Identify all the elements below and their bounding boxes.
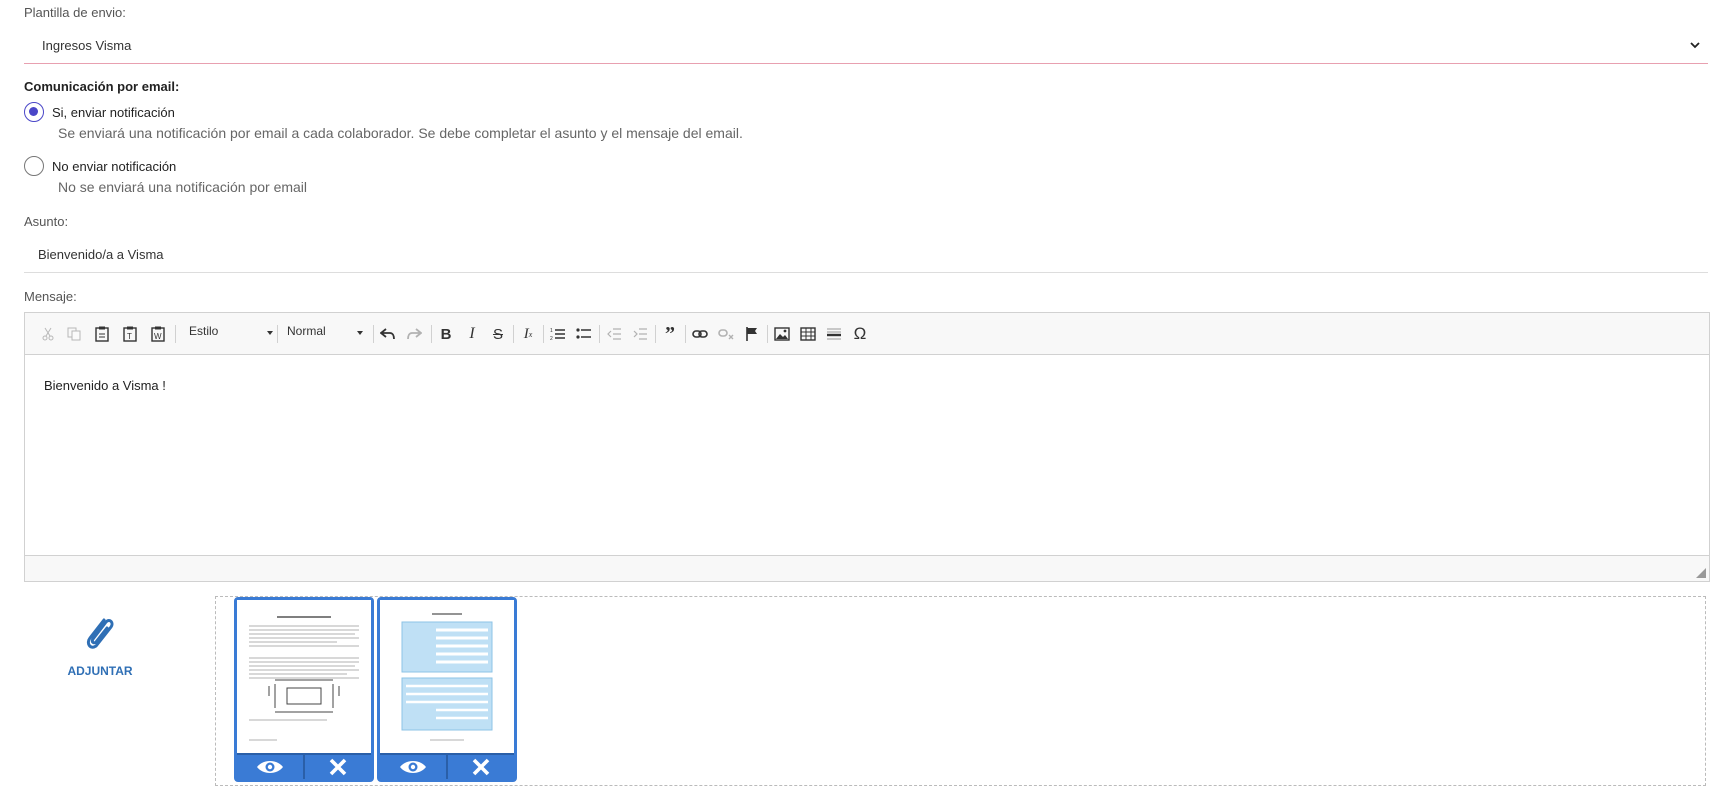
remove-attachment-button[interactable]	[303, 753, 371, 779]
message-label: Mensaje:	[24, 289, 77, 304]
editor-content[interactable]: Bienvenido a Visma !	[25, 355, 1709, 559]
style-combo[interactable]: Estilo	[189, 324, 273, 344]
document-preview	[237, 600, 371, 753]
document-preview-graphic	[249, 616, 359, 741]
paste-text-icon[interactable]: T	[121, 325, 139, 343]
link-icon[interactable]	[691, 325, 709, 343]
radio-no-notification-label[interactable]: No enviar notificación	[52, 159, 176, 174]
bold-icon[interactable]: B	[437, 325, 455, 343]
paperclip-icon	[86, 618, 114, 649]
attach-button[interactable]: ADJUNTAR	[64, 612, 136, 682]
copy-icon[interactable]	[65, 325, 83, 343]
radio-no-notification-desc: No se enviará una notificación por email	[58, 179, 308, 195]
remove-attachment-button[interactable]	[446, 753, 514, 779]
blockquote-icon[interactable]: ”	[661, 323, 679, 345]
table-icon[interactable]	[799, 325, 817, 343]
svg-text:W: W	[154, 332, 162, 341]
template-select[interactable]: Ingresos Visma	[24, 30, 1708, 64]
cut-icon[interactable]	[39, 325, 57, 343]
format-combo[interactable]: Normal	[287, 324, 363, 344]
form-preview-graphic	[401, 613, 493, 741]
radio-no-notification[interactable]	[24, 156, 44, 176]
editor-footer	[25, 555, 1709, 581]
paste-icon[interactable]	[93, 325, 111, 343]
radio-send-notification-desc: Se enviará una notificación por email a …	[58, 125, 743, 141]
template-select-value: Ingresos Visma	[42, 38, 132, 53]
subject-input-value: Bienvenido/a a Visma	[38, 247, 164, 262]
chevron-down-icon	[1690, 42, 1700, 49]
eye-icon	[400, 761, 426, 773]
undo-icon[interactable]	[379, 325, 397, 343]
outdent-icon[interactable]	[605, 325, 623, 343]
attachment-thumbnail	[234, 597, 374, 782]
subject-input[interactable]: Bienvenido/a a Visma	[24, 240, 1708, 273]
image-icon[interactable]	[773, 325, 791, 343]
italic-icon[interactable]: I	[463, 325, 481, 343]
radio-send-notification[interactable]	[24, 102, 44, 122]
editor-toolbar: T W Estilo Normal B I S Ix 12 ” Ω	[25, 313, 1709, 355]
anchor-flag-icon[interactable]	[743, 325, 761, 343]
form-preview	[380, 600, 514, 753]
rich-text-editor: T W Estilo Normal B I S Ix 12 ” Ω Bienve…	[24, 312, 1710, 582]
bulleted-list-icon[interactable]	[575, 325, 593, 343]
eye-icon	[257, 761, 283, 773]
close-icon	[472, 758, 490, 776]
indent-icon[interactable]	[631, 325, 649, 343]
view-attachment-button[interactable]	[380, 753, 446, 779]
format-combo-label: Normal	[287, 324, 326, 338]
unlink-icon[interactable]	[717, 325, 735, 343]
redo-icon[interactable]	[405, 325, 423, 343]
svg-text:1: 1	[550, 328, 553, 334]
numbered-list-icon[interactable]: 12	[549, 325, 567, 343]
attachment-thumbnail	[377, 597, 517, 782]
close-icon	[329, 758, 347, 776]
svg-text:T: T	[127, 332, 132, 341]
template-label: Plantilla de envio:	[24, 5, 126, 20]
strikethrough-icon[interactable]: S	[489, 325, 507, 343]
view-attachment-button[interactable]	[237, 753, 303, 779]
horizontal-line-icon[interactable]	[825, 325, 843, 343]
editor-body-text: Bienvenido a Visma !	[44, 378, 166, 393]
attach-button-label: ADJUNTAR	[67, 664, 133, 678]
svg-text:2: 2	[550, 336, 553, 341]
resize-handle-icon[interactable]	[1696, 568, 1706, 578]
special-character-icon[interactable]: Ω	[851, 324, 869, 343]
subject-label: Asunto:	[24, 214, 69, 229]
email-comm-title: Comunicación por email:	[24, 79, 180, 94]
remove-format-icon[interactable]: Ix	[519, 325, 537, 343]
radio-send-notification-label[interactable]: Si, enviar notificación	[52, 105, 175, 120]
style-combo-label: Estilo	[189, 324, 219, 338]
paste-word-icon[interactable]: W	[149, 325, 167, 343]
